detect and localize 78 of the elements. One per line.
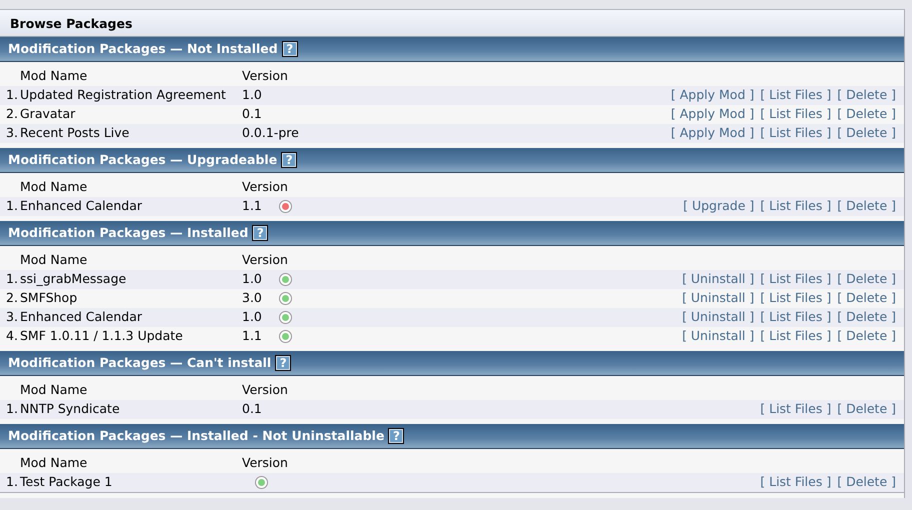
- mod-name: ssi_grabMessage: [20, 271, 126, 286]
- section-title: Modification Packages — Installed: [8, 224, 248, 242]
- action-link[interactable]: [ Delete ]: [837, 474, 896, 489]
- column-header: Version: [242, 252, 288, 268]
- action-link[interactable]: [ Delete ]: [837, 198, 896, 214]
- row-number: 3.: [6, 309, 18, 324]
- action-link[interactable]: [ List Files ]: [760, 401, 832, 416]
- mod-name: Updated Registration Agreement: [20, 87, 226, 102]
- action-link[interactable]: [ List Files ]: [760, 474, 832, 489]
- action-link[interactable]: [ Uninstall ]: [682, 271, 754, 286]
- action-link[interactable]: [ List Files ]: [760, 328, 832, 344]
- mod-name: Recent Posts Live: [20, 125, 130, 140]
- row-number: 4.: [6, 328, 18, 344]
- action-link[interactable]: [ Apply Mod ]: [670, 87, 754, 102]
- row-number: 1.: [6, 198, 18, 214]
- section-title: Modification Packages — Installed - Not Uninstallable: [8, 426, 384, 445]
- action-link[interactable]: [ Delete ]: [837, 328, 896, 344]
- page-title: Browse Packages: [10, 16, 132, 31]
- row-number: 2.: [6, 106, 18, 122]
- mod-version: 1.1: [242, 198, 262, 214]
- action-link[interactable]: [ Delete ]: [837, 87, 896, 102]
- action-link[interactable]: [ List Files ]: [760, 290, 832, 306]
- mod-version: 1.1: [242, 328, 262, 344]
- row-number: 3.: [6, 125, 18, 140]
- action-link[interactable]: [ Uninstall ]: [682, 328, 754, 344]
- section-title: Modification Packages — Not Installed: [8, 40, 278, 58]
- action-link[interactable]: [ Apply Mod ]: [670, 125, 754, 140]
- mod-version: 1.0: [242, 87, 262, 102]
- help-icon[interactable]: ?: [275, 355, 292, 371]
- action-link[interactable]: [ List Files ]: [760, 198, 832, 214]
- action-link[interactable]: [ Delete ]: [837, 309, 896, 324]
- action-link[interactable]: [ List Files ]: [760, 125, 832, 140]
- help-icon[interactable]: ?: [252, 225, 268, 241]
- row-number: 2.: [6, 290, 18, 306]
- action-link[interactable]: [ Apply Mod ]: [670, 106, 754, 122]
- column-header: Version: [242, 68, 288, 84]
- column-header: Version: [242, 179, 288, 194]
- row-number: 1.: [6, 87, 18, 102]
- action-link[interactable]: [ Uninstall ]: [682, 290, 754, 306]
- action-link[interactable]: [ Delete ]: [837, 125, 896, 140]
- mod-version: 0.1: [242, 106, 262, 122]
- column-header: Mod Name: [20, 179, 88, 194]
- column-header: Mod Name: [20, 455, 88, 470]
- row-number: 1.: [6, 271, 18, 286]
- action-link[interactable]: [ Delete ]: [837, 106, 896, 122]
- row-number: 1.: [6, 474, 18, 489]
- column-header: Mod Name: [20, 68, 88, 84]
- action-link[interactable]: [ Delete ]: [837, 290, 896, 306]
- action-link[interactable]: [ List Files ]: [760, 87, 832, 102]
- column-header: Version: [242, 382, 288, 398]
- column-header: Mod Name: [20, 252, 88, 268]
- mod-version: 0.1: [242, 401, 262, 416]
- mod-name: SMF 1.0.11 / 1.1.3 Update: [20, 328, 183, 344]
- mod-name: NNTP Syndicate: [20, 401, 120, 416]
- mod-name: Test Package 1: [20, 474, 112, 489]
- help-icon[interactable]: ?: [281, 152, 298, 168]
- mod-name: Gravatar: [20, 106, 76, 122]
- mod-version: 3.0: [242, 290, 262, 306]
- row-number: 1.: [6, 401, 18, 416]
- mod-name: SMFShop: [20, 290, 78, 306]
- action-link[interactable]: [ Delete ]: [837, 271, 896, 286]
- mod-version: 1.0: [242, 309, 262, 324]
- action-link[interactable]: [ Delete ]: [837, 401, 896, 416]
- action-link[interactable]: [ Upgrade ]: [683, 198, 754, 214]
- mod-name: Enhanced Calendar: [20, 198, 142, 214]
- column-header: Mod Name: [20, 382, 88, 398]
- action-link[interactable]: [ List Files ]: [760, 271, 832, 286]
- action-link[interactable]: [ List Files ]: [760, 106, 832, 122]
- action-link[interactable]: [ List Files ]: [760, 309, 832, 324]
- column-header: Version: [242, 455, 288, 470]
- help-icon[interactable]: ?: [282, 41, 298, 57]
- action-link[interactable]: [ Uninstall ]: [682, 309, 754, 324]
- help-icon[interactable]: ?: [388, 428, 404, 444]
- section-title: Modification Packages — Can't install: [8, 354, 272, 372]
- mod-name: Enhanced Calendar: [20, 309, 142, 324]
- section-title: Modification Packages — Upgradeable: [8, 150, 278, 169]
- mod-version: 1.0: [242, 271, 262, 286]
- mod-version: 0.0.1-pre: [242, 125, 299, 140]
